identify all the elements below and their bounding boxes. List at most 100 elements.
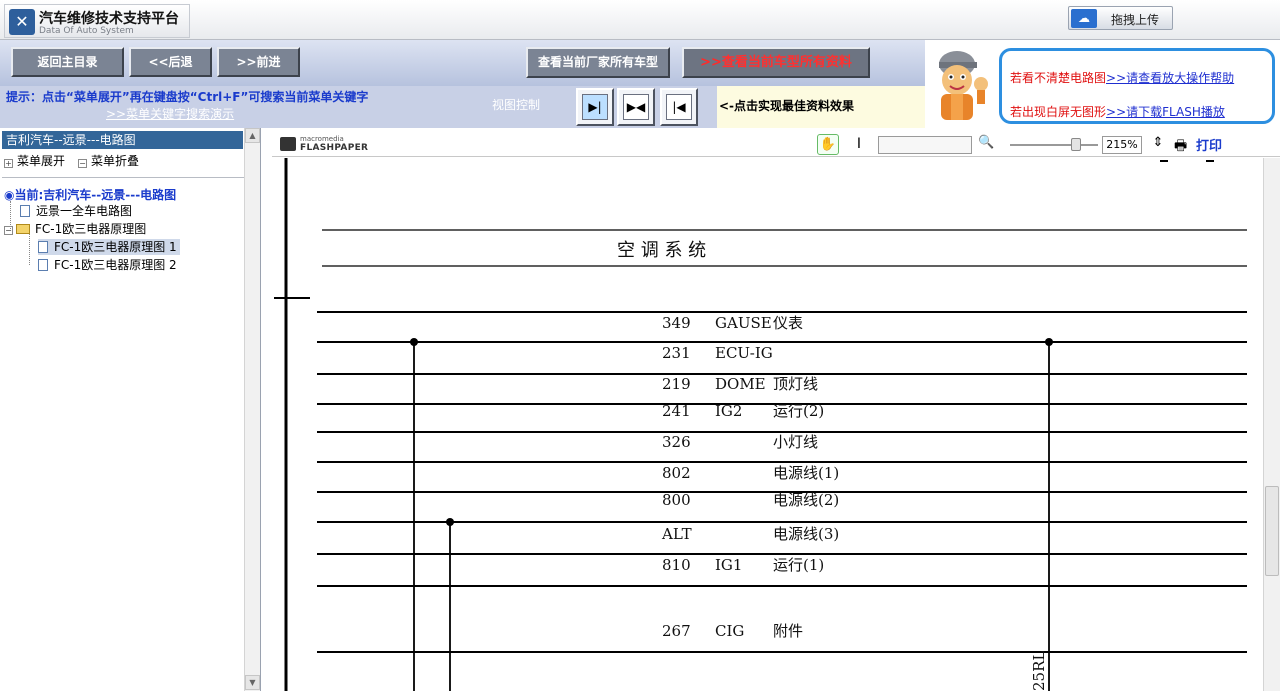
- menu-expand-label: 菜单展开: [17, 154, 66, 168]
- wire-desc: 电源线(3): [773, 525, 839, 543]
- tree-item-label: FC-1欧三电器原理图 1: [54, 240, 177, 254]
- tree-item-fc1-page-2[interactable]: FC-1欧三电器原理图 2: [38, 257, 177, 273]
- expand-box-icon: +: [4, 159, 13, 168]
- wire-desc: 运行(2): [773, 402, 824, 420]
- tree-connector: [29, 233, 30, 265]
- app-title: 汽车维修技术支持平台: [39, 11, 179, 27]
- viewer-toolbar: macromedia FLASHPAPER ✋ I 🔍 215% ⇕ 🖶 打印: [272, 130, 1280, 157]
- flashpaper-logo-icon: [280, 137, 296, 151]
- wire-desc: 小灯线: [773, 433, 818, 451]
- brand-name: FLASHPAPER: [300, 143, 369, 153]
- document-viewer: macromedia FLASHPAPER ✋ I 🔍 215% ⇕ 🖶 打印 …: [267, 128, 1280, 691]
- view-expand-left-button[interactable]: |◀: [660, 88, 698, 126]
- schematic-drawing: 空 调 系 统 349 GAUSE 仪表 231 ECU-IG 219 DOME 顶灯线 241…: [274, 158, 1247, 691]
- help-bubble: 若看不清楚电路图>>请查看放大操作帮助 若出现白屏无图形>>请下载FLASH播放: [999, 48, 1275, 124]
- view-expand-right-button[interactable]: ▶|: [576, 88, 614, 126]
- zoom-help-text: 若看不清楚电路图: [1010, 71, 1107, 85]
- junction-dot: [1045, 338, 1053, 346]
- zoom-level-field[interactable]: 215%: [1102, 136, 1142, 154]
- document-icon: [38, 241, 48, 253]
- printer-icon[interactable]: 🖶: [1174, 135, 1192, 154]
- main-toolbar: 返回主目录 <<后退 >>前进 查看当前厂家所有车型 >>查看当前车型所有资料 …: [0, 40, 1280, 128]
- upload-label: 拖拽上传: [1111, 13, 1160, 27]
- search-demo-link[interactable]: >>菜单关键字搜索演示: [106, 105, 234, 122]
- all-data-label: 查看当前车型所有资料: [721, 55, 852, 70]
- sidebar: 吉利汽车--远景---电路图 + 菜单展开 − 菜单折叠 ◉当前:吉利汽车--远景-…: [0, 128, 261, 691]
- scroll-down-icon[interactable]: ▼: [245, 675, 260, 690]
- wire-name: ECU-IG: [715, 344, 773, 362]
- view-control-label: 视图控制: [492, 98, 541, 112]
- hand-tool-icon[interactable]: ✋: [817, 134, 839, 155]
- cloud-upload-icon: ☁: [1071, 9, 1097, 28]
- schematic-page[interactable]: 空 调 系 统 349 GAUSE 仪表 231 ECU-IG 219 DOME 顶灯线 241…: [272, 158, 1247, 691]
- tree-item-fc1-folder[interactable]: − FC-1欧三电器原理图: [4, 221, 146, 237]
- collapse-node-icon[interactable]: −: [4, 226, 13, 235]
- menu-collapse-label: 菜单折叠: [91, 154, 140, 168]
- zoom-help-line: 若看不清楚电路图>>请查看放大操作帮助: [1010, 69, 1234, 86]
- app-logo: ✕ 汽车维修技术支持平台 Data Of Auto System: [4, 4, 190, 38]
- sidebar-divider: [2, 177, 244, 178]
- home-button[interactable]: 返回主目录: [11, 47, 124, 77]
- all-models-button[interactable]: 查看当前厂家所有车型: [526, 47, 670, 78]
- sidebar-scrollbar[interactable]: ▲ ▼: [244, 128, 260, 691]
- globe-icon: ◉: [4, 188, 15, 202]
- wire-desc: 运行(1): [773, 556, 824, 574]
- view-split-button[interactable]: ▶◀: [617, 88, 655, 126]
- zoom-help-link[interactable]: >>请查看放大操作帮助: [1106, 71, 1234, 85]
- wrench-logo-icon: ✕: [9, 9, 35, 35]
- fit-page-icon[interactable]: ⇕: [1151, 135, 1165, 153]
- find-input[interactable]: [878, 136, 972, 154]
- menu-collapse-button[interactable]: − 菜单折叠: [78, 152, 139, 169]
- view-hint: <-点击实现最佳资料效果: [719, 99, 855, 113]
- menu-expand-button[interactable]: + 菜单展开: [4, 152, 65, 169]
- tree-item-label: 远景一全车电路图: [36, 204, 133, 218]
- back-button[interactable]: <<后退: [129, 47, 212, 77]
- zoom-slider[interactable]: [1010, 144, 1098, 146]
- document-scrollbar[interactable]: [1263, 158, 1280, 691]
- wire-code: 231: [662, 344, 691, 362]
- wire-desc: 电源线(1): [773, 464, 839, 482]
- scroll-up-icon[interactable]: ▲: [245, 128, 260, 143]
- split-arrows-icon: ▶◀: [623, 94, 649, 120]
- wire-code: 349: [662, 314, 691, 332]
- tree-item-fc1-page-1[interactable]: FC-1欧三电器原理图 1: [38, 239, 180, 255]
- text-select-icon[interactable]: I: [852, 134, 866, 155]
- brand-vendor: macromedia: [300, 135, 344, 143]
- wire-name: IG1: [715, 556, 742, 574]
- wire-code: 219: [662, 375, 691, 393]
- wire-code: 241: [662, 402, 691, 420]
- wire-desc: 附件: [773, 622, 803, 640]
- flash-download-link[interactable]: >>请下载FLASH播放: [1106, 105, 1225, 119]
- tree-item-label: FC-1欧三电器原理图: [35, 222, 147, 236]
- forward-button[interactable]: >>前进: [217, 47, 300, 77]
- flash-help-text: 若出现白屏无图形: [1010, 105, 1107, 119]
- print-button[interactable]: 打印: [1196, 135, 1222, 154]
- upload-button[interactable]: ☁ 拖拽上传: [1068, 6, 1173, 30]
- wire-name: GAUSE: [715, 314, 772, 332]
- wire-desc: 电源线(2): [773, 491, 839, 509]
- wire-code: 802: [662, 464, 691, 482]
- wire-name: CIG: [715, 622, 744, 640]
- view-hint-box: <-点击实现最佳资料效果: [717, 86, 925, 128]
- wire-code: 810: [662, 556, 691, 574]
- document-icon: [38, 259, 48, 271]
- sidebar-header[interactable]: 吉利汽车--远景---电路图: [2, 131, 243, 149]
- magnifier-icon[interactable]: 🔍: [978, 135, 994, 153]
- wire-name: DOME: [715, 375, 766, 393]
- collapse-box-icon: −: [78, 159, 87, 168]
- junction-dot: [410, 338, 418, 346]
- all-data-button[interactable]: >>查看当前车型所有资料: [682, 47, 870, 78]
- app-subtitle: Data Of Auto System: [39, 26, 134, 36]
- flashpaper-logo: macromedia FLASHPAPER: [280, 135, 372, 153]
- tree-item-full-diagram[interactable]: 远景一全车电路图: [20, 203, 132, 219]
- wire-name: IG2: [715, 402, 742, 420]
- zoom-slider-thumb[interactable]: [1071, 138, 1081, 151]
- arrow-right-bar-icon: ▶|: [582, 94, 608, 120]
- wire-code: 326: [662, 433, 691, 451]
- folder-open-icon: [16, 224, 30, 234]
- document-icon: [20, 205, 30, 217]
- document-scroll-thumb[interactable]: [1265, 486, 1279, 576]
- section-title: 空 调 系 统: [617, 240, 706, 261]
- tree-current-label: 当前:吉利汽车--远景---电路图: [14, 188, 177, 202]
- toolbar-lower: 提示：点击“菜单展开”再在键盘按“Ctrl+F”可搜索当前菜单关键字 >>菜单关…: [0, 86, 925, 128]
